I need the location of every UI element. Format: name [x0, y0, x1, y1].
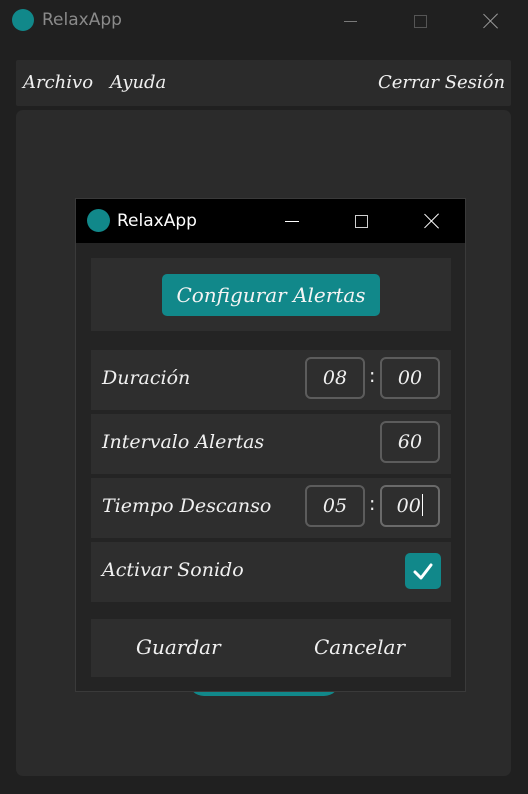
intervalo-input[interactable]: 60 — [380, 421, 440, 463]
minimize-icon — [343, 20, 357, 22]
main-close-button[interactable] — [471, 6, 511, 36]
descanso-separator: : — [369, 493, 376, 515]
dialog-app-icon — [87, 209, 110, 232]
close-icon — [483, 13, 499, 29]
maximize-icon — [413, 14, 427, 28]
text-caret — [421, 494, 424, 516]
duracion-hours-input[interactable]: 08 — [305, 357, 365, 399]
settings-dialog: RelaxApp Configurar Alertas Duración 08 … — [75, 198, 466, 692]
dialog-title: RelaxApp — [117, 211, 197, 231]
dialog-close-button[interactable] — [412, 206, 452, 236]
main-titlebar: RelaxApp — [0, 0, 528, 42]
menu-archivo[interactable]: Archivo — [23, 72, 93, 93]
minimize-icon — [285, 220, 299, 222]
actions-row: Guardar Cancelar — [91, 619, 451, 677]
sonido-label: Activar Sonido — [102, 559, 244, 581]
close-icon — [424, 213, 440, 229]
menu-ayuda[interactable]: Ayuda — [110, 72, 166, 93]
main-maximize-button[interactable] — [400, 6, 440, 36]
configure-section: Configurar Alertas — [91, 258, 451, 331]
sonido-row: Activar Sonido — [91, 542, 451, 602]
descanso-label: Tiempo Descanso — [102, 495, 272, 517]
dialog-minimize-button[interactable] — [272, 206, 312, 236]
main-window-title: RelaxApp — [42, 10, 122, 30]
configure-alerts-button[interactable]: Configurar Alertas — [162, 274, 380, 316]
descanso-minutes-input[interactable]: 05 — [305, 485, 365, 527]
guardar-button[interactable]: Guardar — [136, 635, 221, 659]
menubar: Archivo Ayuda Cerrar Sesión — [16, 60, 511, 106]
descanso-seconds-input[interactable]: 00 — [380, 485, 440, 527]
descanso-row: Tiempo Descanso 05 : 00 — [91, 478, 451, 538]
descanso-seconds-value: 00 — [396, 495, 421, 517]
app-icon — [12, 9, 34, 31]
cancelar-button[interactable]: Cancelar — [314, 635, 405, 659]
checkmark-icon — [413, 563, 433, 580]
duracion-minutes-input[interactable]: 00 — [380, 357, 440, 399]
menu-cerrar-sesion[interactable]: Cerrar Sesión — [378, 72, 505, 93]
maximize-icon — [354, 214, 368, 228]
duracion-separator: : — [369, 365, 376, 387]
duracion-label: Duración — [102, 367, 191, 389]
main-minimize-button[interactable] — [330, 6, 370, 36]
dialog-titlebar: RelaxApp — [76, 199, 465, 243]
intervalo-row: Intervalo Alertas 60 — [91, 414, 451, 474]
dialog-maximize-button[interactable] — [341, 206, 381, 236]
sonido-checkbox[interactable] — [405, 553, 441, 589]
duracion-row: Duración 08 : 00 — [91, 350, 451, 410]
intervalo-label: Intervalo Alertas — [102, 431, 265, 453]
